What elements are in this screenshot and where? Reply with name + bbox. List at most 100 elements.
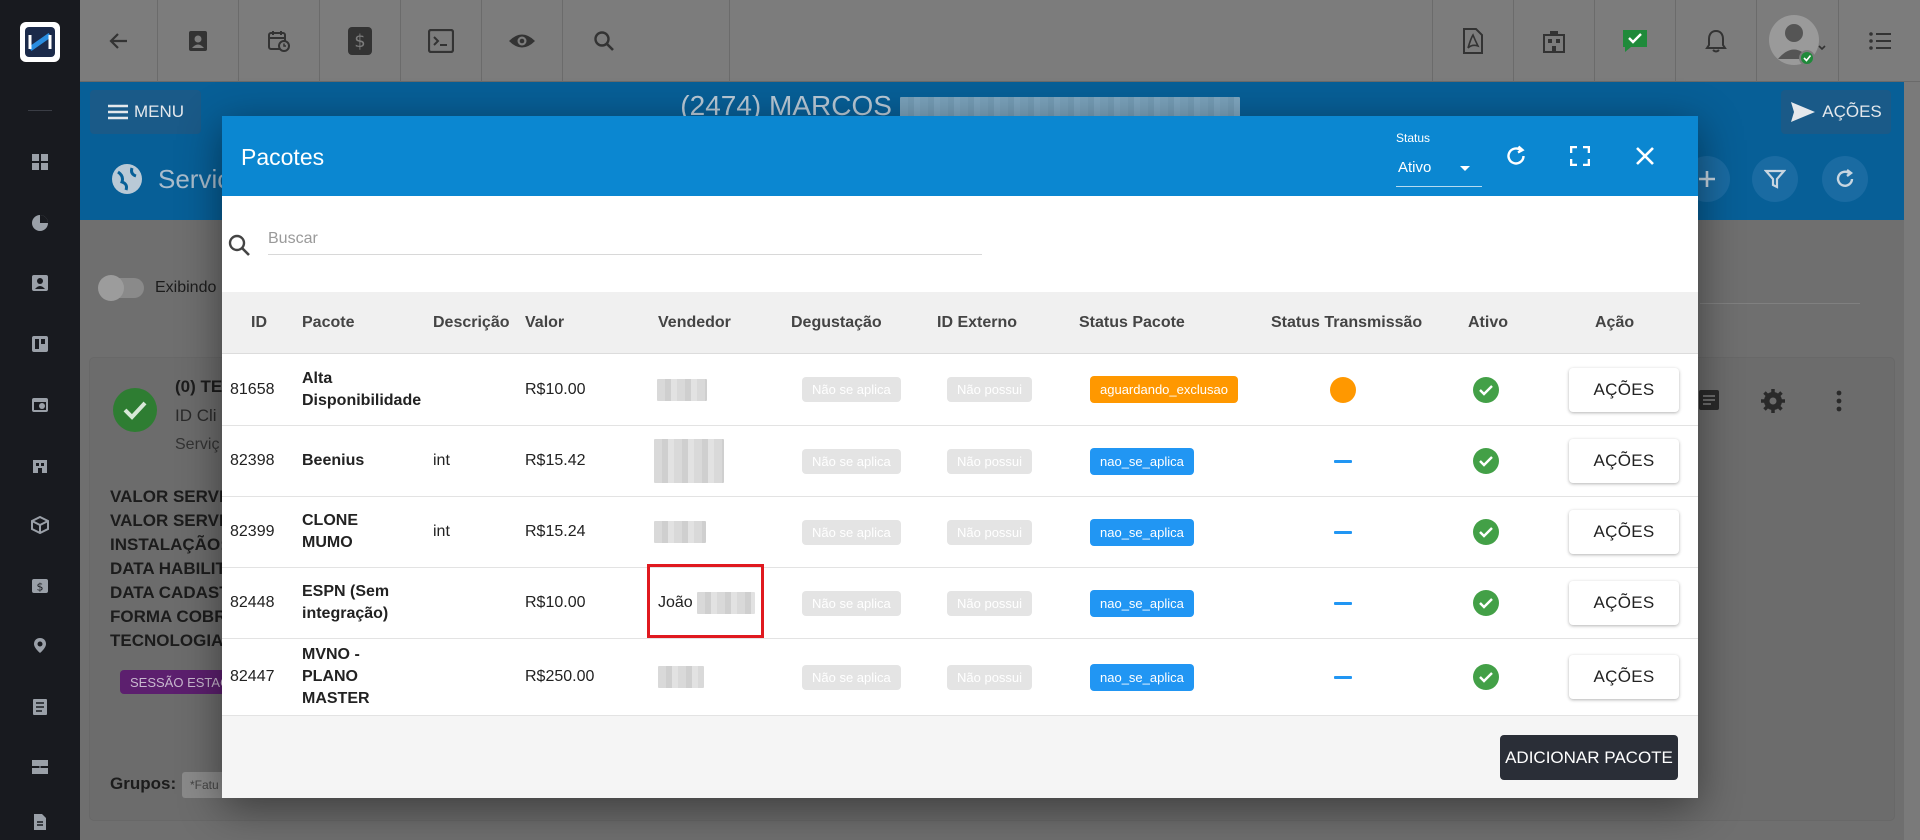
document-icon[interactable] xyxy=(28,695,52,719)
dash-icon xyxy=(1334,459,1352,463)
terminal-icon[interactable] xyxy=(401,0,482,82)
cell-acao: AÇÕES xyxy=(1569,354,1679,425)
cell-degustacao: Não se aplica xyxy=(802,497,901,567)
settings-gear-icon[interactable] xyxy=(1760,388,1786,419)
column-header-id[interactable]: ID xyxy=(251,292,267,354)
column-header-status-pacote[interactable]: Status Pacote xyxy=(1079,292,1185,354)
column-header-acao[interactable]: Ação xyxy=(1595,292,1634,354)
menu-button[interactable]: MENU xyxy=(90,90,201,134)
modal-title: Pacotes xyxy=(241,144,325,170)
contact-card-icon[interactable] xyxy=(28,271,52,295)
building-icon[interactable] xyxy=(28,453,52,477)
cell-ativo xyxy=(1473,639,1499,715)
server-icon[interactable] xyxy=(28,755,52,779)
check-circle-icon xyxy=(1473,664,1499,690)
table-row: 82448 ESPN (Sem integração) R$10.00 João… xyxy=(222,568,1698,639)
svg-text:$: $ xyxy=(37,581,44,594)
building-icon[interactable] xyxy=(1513,0,1594,82)
column-header-id-externo[interactable]: ID Externo xyxy=(937,292,1017,354)
cell-id-externo: Não possui xyxy=(947,497,1033,567)
money-icon[interactable]: $ xyxy=(28,574,52,598)
search-icon[interactable] xyxy=(563,0,730,82)
column-header-pacote[interactable]: Pacote xyxy=(302,292,354,354)
cell-id: 82398 xyxy=(230,452,275,469)
column-header-descricao[interactable]: Descrição xyxy=(433,292,510,354)
toggle-switch[interactable] xyxy=(98,275,144,301)
refresh-round-button[interactable] xyxy=(1822,156,1868,202)
row-acoes-button[interactable]: AÇÕES xyxy=(1569,581,1679,625)
calendar-icon[interactable] xyxy=(28,392,52,416)
globe-icon xyxy=(112,164,142,194)
fullscreen-icon[interactable] xyxy=(1564,140,1596,172)
cell-status-transmissao xyxy=(1334,639,1352,715)
column-header-status-transmissao[interactable]: Status Transmissão xyxy=(1271,292,1422,354)
check-circle-icon xyxy=(1473,519,1499,545)
column-header-vendedor[interactable]: Vendedor xyxy=(658,292,731,354)
table-row: 82398 Beenius int R$15.42 Não se aplica … xyxy=(222,426,1698,497)
section-title: Serviç xyxy=(158,163,231,194)
acoes-top-button[interactable]: AÇÕES xyxy=(1781,90,1891,134)
grupos-label: Grupos: xyxy=(110,774,177,793)
service-info-list: VALOR SERVIC VALOR SERVIC INSTALAÇÃO: DA… xyxy=(110,485,239,653)
location-icon[interactable] xyxy=(28,634,52,658)
cell-status-transmissao xyxy=(1330,354,1356,425)
cell-pacote: Alta Disponibilidade xyxy=(302,369,422,409)
row-acoes-button[interactable]: AÇÕES xyxy=(1569,510,1679,554)
cell-id: 82399 xyxy=(230,523,275,540)
cell-pacote: Beenius xyxy=(302,452,365,469)
user-avatar-icon[interactable] xyxy=(1756,0,1838,82)
cell-status-pacote: nao_se_aplica xyxy=(1090,426,1194,496)
calendar-clock-icon[interactable] xyxy=(239,0,320,82)
row-acoes-button[interactable]: AÇÕES xyxy=(1569,655,1679,699)
column-header-degustacao[interactable]: Degustação xyxy=(791,292,882,354)
close-icon[interactable] xyxy=(1629,140,1661,172)
contact-icon[interactable] xyxy=(158,0,239,82)
column-header-valor[interactable]: Valor xyxy=(525,292,564,354)
bell-icon[interactable] xyxy=(1675,0,1756,82)
cell-vendedor xyxy=(658,639,704,715)
cell-status-transmissao xyxy=(1334,568,1352,638)
status-filter-select[interactable]: Ativo xyxy=(1398,159,1431,176)
eye-icon[interactable] xyxy=(482,0,563,82)
table-row: 82399 CLONE MUMO int R$15.24 Não se apli… xyxy=(222,497,1698,568)
info-line: INSTALAÇÃO: xyxy=(110,535,226,554)
degustacao-badge: Não se aplica xyxy=(802,377,901,402)
transmission-pending-dot-icon xyxy=(1330,376,1356,403)
back-arrow-icon[interactable] xyxy=(80,0,158,82)
row-acoes-button[interactable]: AÇÕES xyxy=(1569,367,1679,412)
cell-vendedor xyxy=(654,426,724,496)
dollar-icon[interactable]: $ xyxy=(320,0,401,82)
page-scrollbar[interactable] xyxy=(1904,82,1920,840)
cell-status-pacote: nao_se_aplica xyxy=(1090,568,1194,638)
list-icon[interactable] xyxy=(1838,0,1920,82)
cell-ativo xyxy=(1473,354,1499,425)
app-logo[interactable] xyxy=(20,22,60,62)
board-icon[interactable] xyxy=(28,332,52,356)
pdf-icon[interactable] xyxy=(1432,0,1513,82)
more-vert-icon[interactable] xyxy=(1836,390,1842,417)
degustacao-badge: Não se aplica xyxy=(802,664,901,690)
cell-ativo xyxy=(1473,497,1499,567)
cell-pacote: MVNO - PLANO MASTER xyxy=(302,646,370,707)
status-pacote-badge: nao_se_aplica xyxy=(1090,447,1194,475)
cell-id: 82448 xyxy=(230,594,275,611)
box-icon[interactable] xyxy=(28,513,52,537)
search-input[interactable] xyxy=(268,223,982,255)
notes-icon[interactable] xyxy=(1697,388,1721,417)
file-icon[interactable] xyxy=(28,810,52,834)
cell-descricao: int xyxy=(433,452,450,469)
chat-check-icon[interactable] xyxy=(1594,0,1675,82)
pie-chart-icon[interactable] xyxy=(28,211,52,235)
column-header-ativo[interactable]: Ativo xyxy=(1468,292,1508,354)
row-acoes-button[interactable]: AÇÕES xyxy=(1569,439,1679,483)
filter-button[interactable] xyxy=(1752,156,1798,202)
cell-degustacao: Não se aplica xyxy=(802,568,901,638)
chevron-down-icon[interactable] xyxy=(1460,166,1470,171)
status-pacote-badge: nao_se_aplica xyxy=(1090,589,1194,617)
cell-valor: R$10.00 xyxy=(525,380,586,398)
refresh-icon[interactable] xyxy=(1500,140,1532,172)
service-status-check-icon xyxy=(113,388,157,432)
add-pacote-button[interactable]: ADICIONAR PACOTE xyxy=(1500,735,1678,780)
degustacao-badge: Não se aplica xyxy=(802,448,901,474)
dashboard-icon[interactable] xyxy=(28,150,52,174)
